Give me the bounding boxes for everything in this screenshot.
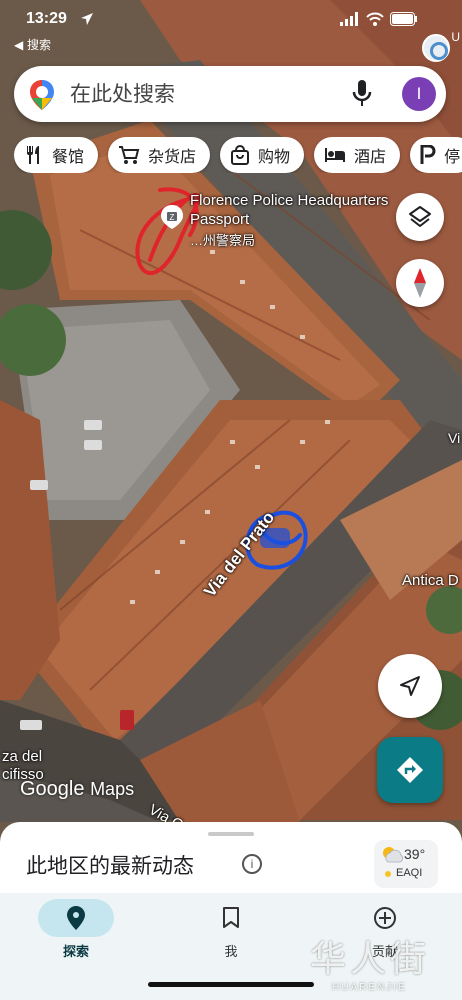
chip-hotels[interactable]: 酒店 [314,137,401,173]
my-location-button[interactable] [378,654,442,718]
bed-icon [325,148,346,162]
chip-label: 杂货店 [148,147,197,166]
info-icon[interactable]: i [242,854,262,874]
battery-icon [390,12,417,26]
compass-icon [414,268,426,298]
google-logo-text: Google [20,778,85,800]
sheet-drag-handle[interactable] [208,832,254,836]
chip-shopping[interactable]: 购物 [220,137,305,173]
google-maps-logo: Google Maps [20,778,134,801]
edge-letter: U [451,30,460,44]
tab-you[interactable]: 我 [181,899,281,960]
layers-button[interactable] [396,193,444,241]
bookmark-icon [223,907,239,928]
chip-label: 餐馆 [52,147,85,166]
home-indicator[interactable] [148,982,314,987]
tab-icon-wrap [38,899,114,937]
chip-label: 购物 [258,147,291,166]
chip-label: 酒店 [354,147,387,166]
aqi-label: EAQI [396,867,423,879]
weather-temp: 39° [404,846,426,862]
aqi-dot [385,871,391,877]
wifi-icon [366,12,384,26]
weather-widget[interactable]: 39° EAQI [374,840,438,888]
chip-grocery[interactable]: 杂货店 [108,137,211,173]
restaurant-icon [27,146,39,164]
google-maps-pin-icon [30,80,54,110]
chip-parking[interactable]: 停 [410,137,462,173]
tab-label: 我 [224,945,238,960]
watermark-en: HUARENJIE [332,982,407,993]
tab-icon-wrap [193,899,269,937]
compass-button[interactable] [396,259,444,307]
chip-restaurants[interactable]: 餐馆 [14,137,99,173]
plus-circle-icon [374,907,396,929]
cart-icon [119,146,140,164]
partly-cloudy-icon [383,847,404,863]
shopping-bag-icon [231,145,250,165]
tab-explore[interactable]: 探索 [26,899,126,960]
watermark: 华人街 HUARENJIE [310,930,430,993]
account-avatar[interactable]: I [402,77,436,111]
search-bar[interactable]: I [14,66,446,122]
poi-name-label[interactable]: Florence Police Headquarters Passport [190,191,390,229]
navigation-arrow-icon [400,676,420,696]
maps-logo-text: Maps [90,779,135,799]
explore-pin-icon [67,906,85,930]
chip-label: 停 [444,147,461,166]
status-icons [340,12,418,26]
status-bar: 13:29 [0,0,462,40]
police-station-pin[interactable]: Z [159,204,185,230]
directions-icon [397,757,423,783]
location-arrow-icon [81,13,93,25]
edge-avatar[interactable] [422,34,450,62]
layers-icon [409,206,431,227]
watermark-cn: 华人街 [310,939,431,980]
police-pin-icon: Z [161,205,183,229]
mic-icon[interactable] [352,80,372,108]
signal-icon [340,12,358,26]
directions-button[interactable] [377,737,443,803]
street-label-right: Vi [448,430,461,446]
sheet-title: 此地区的最新动态 [26,854,194,878]
search-input[interactable] [70,78,340,110]
parking-icon [420,145,436,164]
svg-text:Z: Z [170,213,175,222]
place-label-antica[interactable]: Antica D [402,572,459,589]
tab-label: 探索 [62,945,89,960]
status-time: 13:29 [26,10,67,27]
poi-sub-label[interactable]: …州警察局 [190,230,255,249]
category-chips: 餐馆 杂货店 购物 酒店 停 [14,137,462,173]
back-to-app-link[interactable]: ◀ 搜索 [14,36,51,53]
